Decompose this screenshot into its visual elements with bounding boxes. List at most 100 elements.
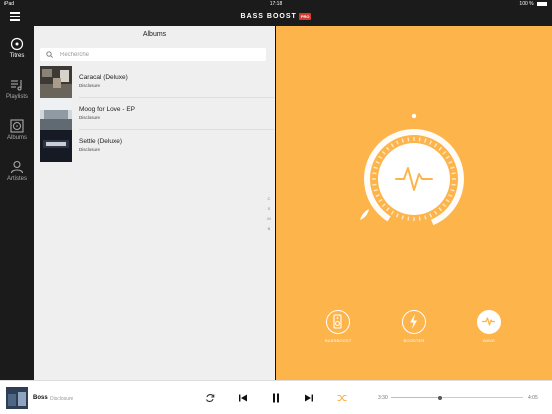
mode-booster-button[interactable]: BOOSTER xyxy=(401,310,427,343)
album-cover xyxy=(40,130,72,162)
battery-icon xyxy=(537,1,547,6)
dial-tick xyxy=(451,172,456,175)
dial-tick xyxy=(390,210,395,215)
index-letter[interactable]: B xyxy=(266,224,272,234)
album-artist: Disclosure xyxy=(79,147,101,152)
brand-name: BASS BOOST xyxy=(240,13,297,20)
dial-tick xyxy=(450,189,455,192)
dial-tick xyxy=(445,155,450,160)
index-letter[interactable]: S xyxy=(266,204,272,214)
battery-status: 100 % xyxy=(519,1,547,7)
dial-tick xyxy=(429,213,433,218)
dial-tick xyxy=(424,138,427,143)
battery-label: 100 % xyxy=(519,1,534,7)
dial-tick xyxy=(448,160,453,164)
dial-tick xyxy=(395,213,399,218)
dial-tick xyxy=(373,189,378,192)
elapsed-time: 3:30 xyxy=(378,395,388,401)
dial-handle[interactable] xyxy=(360,209,369,220)
list-item[interactable]: Caracal (Deluxe) Disclosure xyxy=(40,66,274,98)
dial-tick xyxy=(433,210,438,215)
sidebar: Titres Playlists Albums Artistes xyxy=(0,26,34,380)
dial-tick xyxy=(395,140,399,145)
dial-tick xyxy=(424,215,427,220)
sidebar-item-playlists[interactable]: Playlists xyxy=(0,78,34,100)
dial-tick xyxy=(438,146,443,151)
dial-tick xyxy=(381,150,386,155)
dial-tick xyxy=(375,160,380,164)
mode-bassboost-button[interactable]: BASSBOOST xyxy=(325,310,351,343)
boost-dial[interactable] xyxy=(356,110,472,226)
dial-tick xyxy=(378,198,383,203)
list-item[interactable]: Settle (Deluxe) Disclosure xyxy=(40,130,274,162)
dial-tick xyxy=(378,155,383,160)
album-cover xyxy=(40,98,72,130)
albums-panel: Albums Caracal (Deluxe) Disclosure Moog … xyxy=(34,26,275,380)
search-bar[interactable] xyxy=(40,48,266,61)
dial-tick xyxy=(418,216,421,221)
dial-tick xyxy=(401,215,404,220)
sidebar-item-label: Titres xyxy=(9,53,25,59)
dial-tick xyxy=(407,137,410,142)
search-input[interactable] xyxy=(60,50,250,59)
repeat-icon[interactable] xyxy=(204,392,216,404)
dial-tick xyxy=(401,138,404,143)
album-artist: Disclosure xyxy=(79,115,101,120)
mode-wave-button[interactable]: WAVE xyxy=(476,310,502,343)
dial-tick xyxy=(445,198,450,203)
alphabet-index[interactable]: C S M B xyxy=(266,194,272,234)
now-playing-title: Boss xyxy=(33,395,48,401)
dial-tick xyxy=(407,216,410,221)
mode-label: BASSBOOST xyxy=(325,338,352,343)
album-title: Caracal (Deluxe) xyxy=(79,74,128,81)
now-playing-bar: Boss Disclosure 3:30 4:05 xyxy=(0,380,552,414)
list-item[interactable]: Moog for Love - EP Disclosure xyxy=(40,98,274,130)
index-letter[interactable]: M xyxy=(266,214,272,224)
dial-tick xyxy=(438,207,443,212)
top-bar: BASS BOOST PRO xyxy=(0,8,552,26)
search-icon xyxy=(46,51,53,58)
album-artist: Disclosure xyxy=(79,83,101,88)
pause-icon[interactable] xyxy=(270,392,282,404)
now-playing-cover[interactable] xyxy=(6,387,28,409)
mode-label: WAVE xyxy=(482,338,496,343)
sidebar-item-label: Playlists xyxy=(5,94,28,100)
dial-tick xyxy=(429,140,433,145)
progress-knob[interactable] xyxy=(437,395,442,400)
sidebar-item-label: Artistes xyxy=(6,176,27,182)
dial-tick xyxy=(372,172,377,175)
speaker-icon xyxy=(326,310,350,334)
dial-tick xyxy=(381,203,386,208)
now-playing-artist: Disclosure xyxy=(50,395,74,402)
sidebar-item-artistes[interactable]: Artistes xyxy=(0,160,34,182)
lightning-icon xyxy=(402,310,426,334)
dial-tick xyxy=(385,207,390,212)
wave-icon xyxy=(477,310,501,334)
album-title: Settle (Deluxe) xyxy=(79,138,122,145)
progress-bar[interactable] xyxy=(391,395,523,400)
sidebar-item-titres[interactable]: Titres xyxy=(0,37,34,59)
album-icon xyxy=(10,119,24,133)
mode-label: BOOSTER xyxy=(403,338,425,343)
dial-tick xyxy=(442,150,447,155)
dial-tick xyxy=(418,137,421,142)
page-title: Albums xyxy=(142,31,167,38)
previous-icon[interactable] xyxy=(237,392,249,404)
shuffle-icon[interactable] xyxy=(336,392,348,404)
dial-top-marker xyxy=(411,113,417,119)
dial-center xyxy=(378,143,450,215)
sidebar-item-albums[interactable]: Albums xyxy=(0,119,34,141)
progress-fill xyxy=(391,397,440,398)
next-icon[interactable] xyxy=(303,392,315,404)
index-letter[interactable]: C xyxy=(266,194,272,204)
dial-tick xyxy=(448,194,453,198)
disc-icon xyxy=(10,37,24,51)
dial-tick xyxy=(442,203,447,208)
app-logo: BASS BOOST PRO xyxy=(0,12,552,20)
playlist-icon xyxy=(10,78,24,92)
album-title: Moog for Love - EP xyxy=(79,106,135,113)
dial-tick xyxy=(390,143,395,148)
dial-tick xyxy=(373,166,378,169)
clock: 17:18 xyxy=(269,1,283,7)
person-icon xyxy=(10,160,24,174)
